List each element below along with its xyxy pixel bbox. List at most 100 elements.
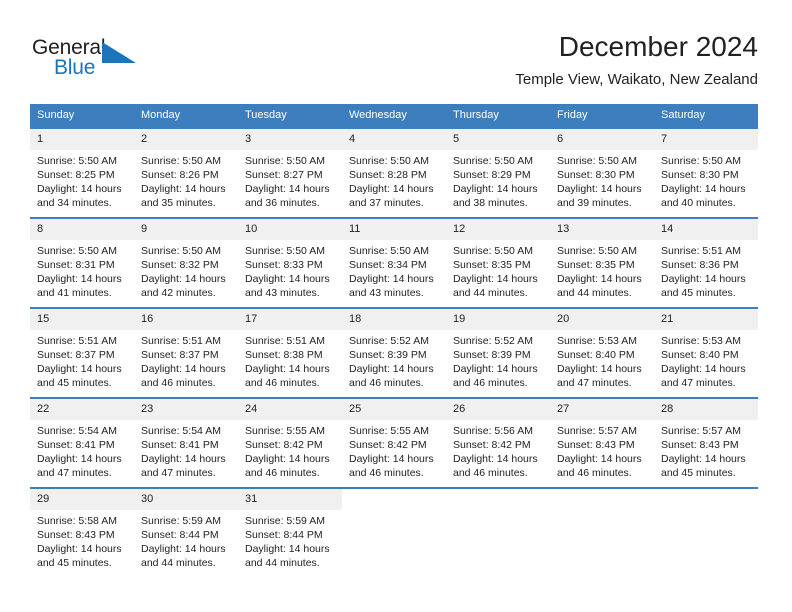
day-number: 9 — [134, 219, 238, 240]
sunrise-text: Sunrise: 5:58 AM — [37, 515, 117, 527]
daylight-text-line1: Daylight: 14 hours — [349, 363, 434, 375]
calendar-day-cell[interactable]: 23 Sunrise: 5:54 AM Sunset: 8:41 PM Dayligh… — [134, 397, 238, 488]
day-cell-content: 1 Sunrise: 5:50 AM Sunset: 8:25 PM Daylight… — [30, 129, 134, 217]
day-number: 23 — [134, 399, 238, 420]
day-info: Sunrise: 5:54 AM Sunset: 8:41 PM Daylight:… — [134, 420, 238, 480]
calendar-day-cell[interactable]: 25 Sunrise: 5:55 AM Sunset: 8:42 PM Dayligh… — [342, 397, 446, 488]
calendar-day-cell[interactable]: 29 Sunrise: 5:58 AM Sunset: 8:43 PM Dayligh… — [30, 487, 134, 577]
sunset-text: Sunset: 8:35 PM — [453, 259, 531, 271]
daylight-text-line1: Daylight: 14 hours — [661, 273, 746, 285]
daylight-text-line2: and 46 minutes. — [245, 377, 320, 389]
day-number: 5 — [446, 129, 550, 150]
daylight-text-line1: Daylight: 14 hours — [349, 273, 434, 285]
calendar-day-cell[interactable]: 26 Sunrise: 5:56 AM Sunset: 8:42 PM Dayligh… — [446, 397, 550, 488]
calendar-day-cell[interactable]: 11 Sunrise: 5:50 AM Sunset: 8:34 PM Dayligh… — [342, 217, 446, 308]
calendar-day-cell[interactable]: 10 Sunrise: 5:50 AM Sunset: 8:33 PM Dayligh… — [238, 217, 342, 308]
calendar-day-cell[interactable]: 16 Sunrise: 5:51 AM Sunset: 8:37 PM Dayligh… — [134, 307, 238, 398]
day-info — [342, 510, 446, 514]
day-info: Sunrise: 5:55 AM Sunset: 8:42 PM Daylight:… — [238, 420, 342, 480]
sunrise-text: Sunrise: 5:54 AM — [141, 425, 221, 437]
calendar-body: 1 Sunrise: 5:50 AM Sunset: 8:25 PM Daylight… — [30, 127, 758, 577]
calendar-day-cell[interactable]: 5 Sunrise: 5:50 AM Sunset: 8:29 PM Daylight… — [446, 127, 550, 218]
calendar-day-cell[interactable]: 24 Sunrise: 5:55 AM Sunset: 8:42 PM Dayligh… — [238, 397, 342, 488]
day-info: Sunrise: 5:50 AM Sunset: 8:32 PM Daylight:… — [134, 240, 238, 300]
sunset-text: Sunset: 8:28 PM — [349, 169, 427, 181]
calendar-day-cell[interactable]: 18 Sunrise: 5:52 AM Sunset: 8:39 PM Dayligh… — [342, 307, 446, 398]
daylight-text-line1: Daylight: 14 hours — [141, 363, 226, 375]
calendar-day-cell[interactable]: 14 Sunrise: 5:51 AM Sunset: 8:36 PM Dayligh… — [654, 217, 758, 308]
calendar-day-cell[interactable]: 8 Sunrise: 5:50 AM Sunset: 8:31 PM Daylight… — [30, 217, 134, 308]
calendar-day-cell[interactable]: 4 Sunrise: 5:50 AM Sunset: 8:28 PM Daylight… — [342, 127, 446, 218]
calendar-day-cell[interactable]: 2 Sunrise: 5:50 AM Sunset: 8:26 PM Daylight… — [134, 127, 238, 218]
sunrise-text: Sunrise: 5:52 AM — [453, 335, 533, 347]
day-cell-content: 27 Sunrise: 5:57 AM Sunset: 8:43 PM Dayligh… — [550, 399, 654, 487]
calendar-day-cell[interactable]: 3 Sunrise: 5:50 AM Sunset: 8:27 PM Daylight… — [238, 127, 342, 218]
sunrise-text: Sunrise: 5:53 AM — [557, 335, 637, 347]
column-header-thursday: Thursday — [446, 104, 550, 128]
day-cell-content: 8 Sunrise: 5:50 AM Sunset: 8:31 PM Daylight… — [30, 219, 134, 307]
day-info: Sunrise: 5:50 AM Sunset: 8:25 PM Daylight:… — [30, 150, 134, 210]
sunset-text: Sunset: 8:37 PM — [37, 349, 115, 361]
calendar-day-cell[interactable]: 19 Sunrise: 5:52 AM Sunset: 8:39 PM Dayligh… — [446, 307, 550, 398]
daylight-text-line2: and 46 minutes. — [453, 467, 528, 479]
day-cell-content: 15 Sunrise: 5:51 AM Sunset: 8:37 PM Dayligh… — [30, 309, 134, 397]
calendar-day-cell[interactable]: 13 Sunrise: 5:50 AM Sunset: 8:35 PM Dayligh… — [550, 217, 654, 308]
day-number: 29 — [30, 489, 134, 510]
daylight-text-line2: and 34 minutes. — [37, 197, 112, 209]
calendar-day-cell[interactable]: 27 Sunrise: 5:57 AM Sunset: 8:43 PM Dayligh… — [550, 397, 654, 488]
daylight-text-line2: and 35 minutes. — [141, 197, 216, 209]
daylight-text-line2: and 43 minutes. — [349, 287, 424, 299]
daylight-text-line1: Daylight: 14 hours — [245, 273, 330, 285]
calendar-day-cell[interactable]: 15 Sunrise: 5:51 AM Sunset: 8:37 PM Dayligh… — [30, 307, 134, 398]
sunset-text: Sunset: 8:35 PM — [557, 259, 635, 271]
day-number: 20 — [550, 309, 654, 330]
daylight-text-line2: and 46 minutes. — [245, 467, 320, 479]
sunset-text: Sunset: 8:27 PM — [245, 169, 323, 181]
day-info: Sunrise: 5:57 AM Sunset: 8:43 PM Daylight:… — [550, 420, 654, 480]
daylight-text-line1: Daylight: 14 hours — [245, 363, 330, 375]
calendar-day-cell[interactable]: 31 Sunrise: 5:59 AM Sunset: 8:44 PM Dayligh… — [238, 487, 342, 577]
daylight-text-line1: Daylight: 14 hours — [37, 453, 122, 465]
day-number: 11 — [342, 219, 446, 240]
day-cell-content — [446, 489, 550, 577]
daylight-text-line1: Daylight: 14 hours — [245, 453, 330, 465]
daylight-text-line1: Daylight: 14 hours — [141, 273, 226, 285]
day-cell-content — [342, 489, 446, 577]
calendar-day-cell[interactable]: 28 Sunrise: 5:57 AM Sunset: 8:43 PM Dayligh… — [654, 397, 758, 488]
day-info: Sunrise: 5:50 AM Sunset: 8:31 PM Daylight:… — [30, 240, 134, 300]
day-number: 3 — [238, 129, 342, 150]
day-number: 2 — [134, 129, 238, 150]
calendar-day-cell[interactable]: 6 Sunrise: 5:50 AM Sunset: 8:30 PM Daylight… — [550, 127, 654, 218]
daylight-text-line2: and 44 minutes. — [141, 557, 216, 569]
day-cell-content: 29 Sunrise: 5:58 AM Sunset: 8:43 PM Dayligh… — [30, 489, 134, 577]
calendar-week-row: 29 Sunrise: 5:58 AM Sunset: 8:43 PM Dayligh… — [30, 487, 758, 577]
sunrise-text: Sunrise: 5:59 AM — [141, 515, 221, 527]
calendar-day-cell[interactable]: 30 Sunrise: 5:59 AM Sunset: 8:44 PM Dayligh… — [134, 487, 238, 577]
sunrise-text: Sunrise: 5:50 AM — [245, 245, 325, 257]
sunset-text: Sunset: 8:39 PM — [453, 349, 531, 361]
sunset-text: Sunset: 8:44 PM — [141, 529, 219, 541]
sunrise-text: Sunrise: 5:52 AM — [349, 335, 429, 347]
sunset-text: Sunset: 8:41 PM — [37, 439, 115, 451]
day-cell-content: 14 Sunrise: 5:51 AM Sunset: 8:36 PM Dayligh… — [654, 219, 758, 307]
daylight-text-line2: and 41 minutes. — [37, 287, 112, 299]
calendar-day-cell[interactable]: 21 Sunrise: 5:53 AM Sunset: 8:40 PM Dayligh… — [654, 307, 758, 398]
calendar-day-cell[interactable]: 20 Sunrise: 5:53 AM Sunset: 8:40 PM Dayligh… — [550, 307, 654, 398]
daylight-text-line1: Daylight: 14 hours — [37, 273, 122, 285]
calendar-day-cell[interactable]: 22 Sunrise: 5:54 AM Sunset: 8:41 PM Dayligh… — [30, 397, 134, 488]
calendar-day-cell[interactable]: 7 Sunrise: 5:50 AM Sunset: 8:30 PM Daylight… — [654, 127, 758, 218]
calendar-day-cell-empty — [654, 487, 758, 577]
calendar-day-cell[interactable]: 9 Sunrise: 5:50 AM Sunset: 8:32 PM Daylight… — [134, 217, 238, 308]
day-info — [654, 510, 758, 514]
calendar-day-cell[interactable]: 1 Sunrise: 5:50 AM Sunset: 8:25 PM Daylight… — [30, 127, 134, 218]
day-number: 13 — [550, 219, 654, 240]
day-number: 12 — [446, 219, 550, 240]
calendar-day-cell[interactable]: 17 Sunrise: 5:51 AM Sunset: 8:38 PM Dayligh… — [238, 307, 342, 398]
sunrise-text: Sunrise: 5:50 AM — [141, 155, 221, 167]
calendar-day-cell[interactable]: 12 Sunrise: 5:50 AM Sunset: 8:35 PM Dayligh… — [446, 217, 550, 308]
column-header-sunday: Sunday — [30, 104, 134, 128]
day-info: Sunrise: 5:59 AM Sunset: 8:44 PM Daylight:… — [134, 510, 238, 570]
day-info: Sunrise: 5:50 AM Sunset: 8:30 PM Daylight:… — [550, 150, 654, 210]
page-header: General Blue December 2024 Temple View, … — [0, 0, 792, 104]
column-header-monday: Monday — [134, 104, 238, 128]
